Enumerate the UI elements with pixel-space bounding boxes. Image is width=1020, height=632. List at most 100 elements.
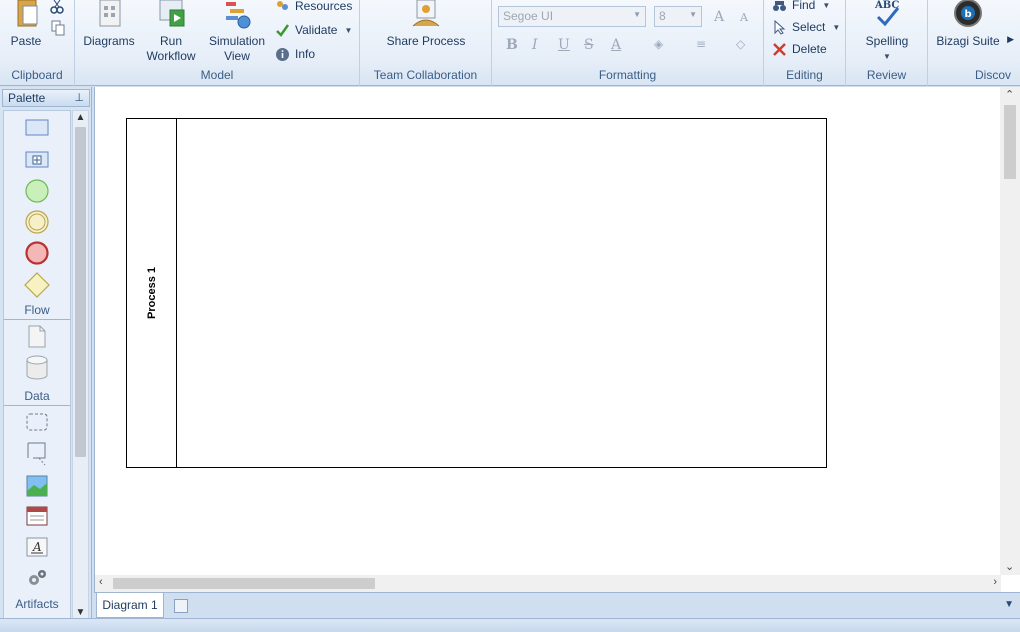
strikethrough-icon[interactable]: S: [584, 37, 594, 53]
cut-icon[interactable]: [50, 0, 64, 14]
process-pool[interactable]: Process 1: [126, 118, 827, 468]
bold-icon[interactable]: B: [506, 37, 518, 53]
palette-header-footer[interactable]: [4, 506, 70, 526]
select-button[interactable]: Select ▼: [772, 18, 840, 36]
gateway-diamond-icon: [24, 272, 50, 298]
group-label-clipboard: Clipboard: [11, 68, 63, 82]
vertical-scroll-thumb[interactable]: [1004, 105, 1016, 179]
chevron-down-icon: ▼: [633, 10, 641, 19]
status-bar: [0, 618, 1020, 632]
paste-button[interactable]: Paste: [4, 0, 48, 49]
run-workflow-button[interactable]: Run Workflow: [143, 0, 199, 64]
scroll-up-icon[interactable]: ▲: [73, 112, 88, 123]
resources-button[interactable]: Resources: [275, 0, 352, 15]
palette-start-event[interactable]: [4, 178, 70, 204]
grow-font-icon[interactable]: A: [714, 9, 724, 25]
diagram-canvas[interactable]: Process 1 ⌃ ⌄ ‹ ›: [94, 87, 1020, 592]
clear-format-icon[interactable]: ◇: [736, 37, 745, 51]
group-label-team: Team Collaboration: [373, 68, 478, 82]
palette-custom-shapes[interactable]: [4, 568, 70, 588]
diagrams-button[interactable]: Diagrams: [81, 0, 137, 49]
scroll-left-icon[interactable]: ‹: [99, 576, 103, 588]
validate-button[interactable]: Validate ▼: [275, 21, 352, 39]
run-workflow-icon: [159, 0, 185, 27]
font-color-icon[interactable]: A: [611, 37, 621, 53]
chevron-down-icon[interactable]: ▼: [883, 49, 891, 64]
palette-subprocess[interactable]: [4, 151, 70, 169]
palette-scroll-thumb[interactable]: [75, 127, 86, 457]
scroll-up-icon[interactable]: ⌃: [1005, 88, 1014, 101]
align-icon[interactable]: ≡: [696, 37, 706, 51]
intermediate-event-icon: [25, 210, 49, 234]
find-button[interactable]: Find ▼: [772, 0, 830, 14]
info-button[interactable]: Info: [275, 45, 315, 63]
pool-header[interactable]: Process 1: [127, 119, 177, 467]
tab-diagram-1[interactable]: Diagram 1: [96, 593, 164, 618]
font-name-combo[interactable]: Segoe UI ▼: [498, 6, 646, 27]
font-size-combo[interactable]: 8 ▼: [654, 6, 702, 27]
run-label: Run: [159, 34, 182, 48]
scroll-down-icon[interactable]: ⌄: [1005, 560, 1014, 573]
palette-section-data: Data: [24, 389, 50, 403]
palette-annotation[interactable]: [4, 441, 70, 467]
chevron-down-icon[interactable]: ▼: [344, 26, 352, 35]
cursor-icon: [774, 19, 786, 35]
spelling-check-icon: ABC: [874, 0, 899, 27]
task-shape-icon: [25, 119, 49, 136]
chevron-down-icon[interactable]: ▼: [832, 23, 840, 32]
palette-scrollbar[interactable]: ▲ ▼: [72, 110, 89, 620]
pin-icon[interactable]: ⊥: [74, 90, 84, 106]
data-object-icon: [28, 325, 46, 348]
underline-icon[interactable]: U: [558, 37, 570, 53]
simulation-view-button[interactable]: Simulation View: [207, 0, 267, 64]
tab-menu-chevron-icon[interactable]: ▼: [1004, 599, 1014, 610]
group-label-discover: Discov: [975, 68, 1012, 82]
svg-text:A: A: [32, 540, 42, 554]
spelling-button[interactable]: ABC Spelling ▼: [856, 0, 918, 64]
add-diagram-icon[interactable]: [174, 599, 188, 613]
simulation-icon: [226, 2, 251, 29]
ribbon: Paste Clipboard Diagrams Run Workflow Si…: [0, 0, 1020, 86]
palette-intermediate-event[interactable]: [4, 209, 70, 235]
horizontal-scroll-thumb[interactable]: [113, 578, 375, 589]
validate-label: Validate: [295, 23, 338, 37]
italic-icon[interactable]: I: [532, 37, 538, 53]
shrink-font-icon[interactable]: A: [740, 11, 748, 24]
tab-diagram-1-label: Diagram 1: [102, 598, 158, 612]
vertical-scrollbar[interactable]: ⌃ ⌄: [1000, 87, 1020, 575]
palette-text[interactable]: A: [4, 537, 70, 557]
data-store-icon: [26, 355, 48, 380]
palette-task[interactable]: [4, 119, 70, 137]
fill-color-icon[interactable]: ◈: [654, 37, 663, 51]
palette-group[interactable]: [4, 412, 70, 432]
scroll-right-icon[interactable]: ›: [993, 576, 997, 588]
palette-image[interactable]: [4, 475, 70, 497]
bizagi-suite-button[interactable]: b Bizagi Suite: [934, 0, 1002, 49]
palette-data-store[interactable]: [4, 355, 70, 381]
delete-x-icon: [773, 42, 786, 56]
group-review: ABC Spelling ▼ Review: [846, 0, 928, 86]
delete-button[interactable]: Delete: [772, 40, 827, 58]
diagram-tab-bar: Diagram 1 ▼: [94, 592, 1020, 618]
palette-end-event[interactable]: [4, 240, 70, 266]
binoculars-icon: [773, 0, 786, 11]
share-process-button[interactable]: Share Process: [370, 0, 482, 49]
palette-section-flow: Flow: [24, 303, 50, 317]
find-label: Find: [792, 0, 816, 12]
workflow-label: Workflow: [146, 49, 196, 63]
text-icon: A: [26, 537, 48, 557]
bizagi-suite-label: Bizagi Suite: [936, 34, 1000, 48]
copy-icon[interactable]: [51, 20, 66, 36]
horizontal-scrollbar[interactable]: ‹ ›: [95, 575, 1001, 592]
palette-gateway[interactable]: [4, 271, 70, 299]
scroll-down-icon[interactable]: ▼: [73, 607, 88, 618]
palette-data-object[interactable]: [4, 325, 70, 349]
checkmark-icon: [276, 23, 290, 37]
chevron-down-icon[interactable]: ▼: [822, 1, 830, 10]
ribbon-scroll-right-icon[interactable]: ▶: [1007, 34, 1014, 45]
header-icon: [26, 506, 48, 526]
group-formatting: Segoe UI ▼ 8 ▼ A A B I U S A ◈ ≡ ◇ Forma…: [492, 0, 764, 86]
group-label-model: Model: [200, 68, 234, 82]
group-dashed-icon: [26, 413, 48, 431]
chevron-down-icon: ▼: [689, 10, 697, 19]
